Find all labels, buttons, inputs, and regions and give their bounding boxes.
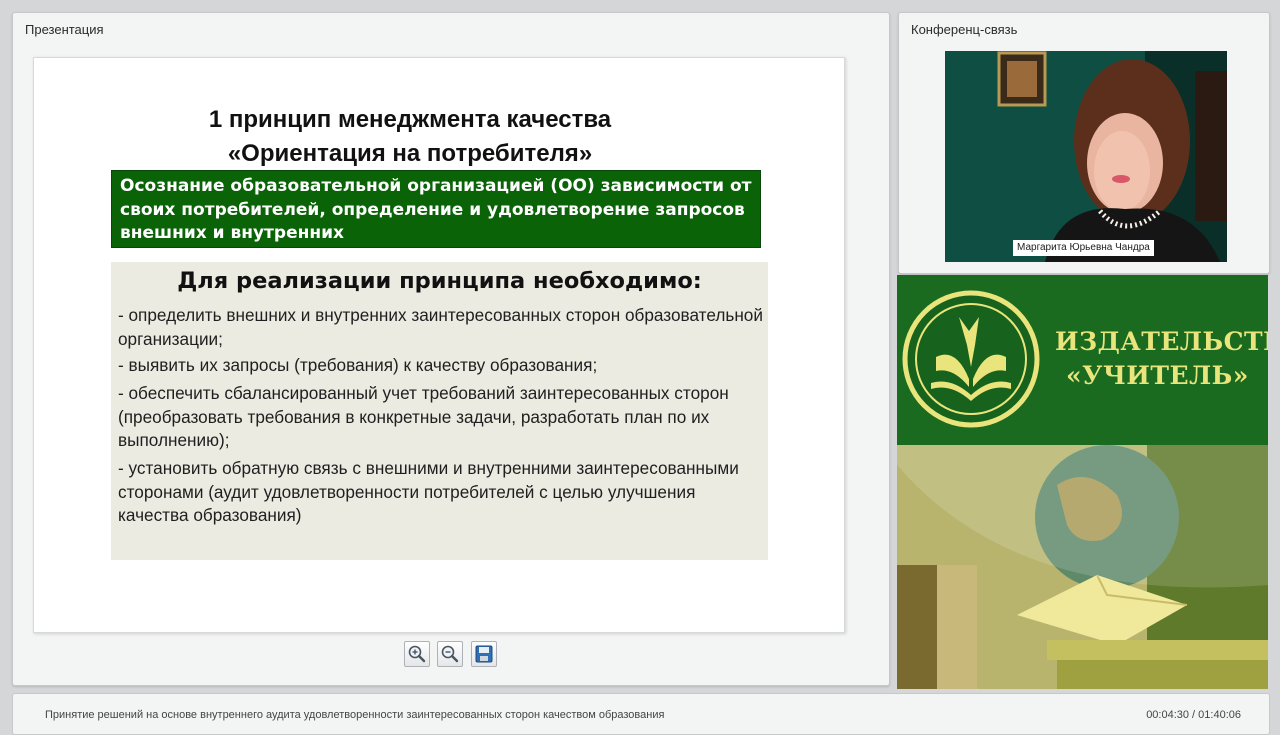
zoom-in-button[interactable] — [404, 641, 430, 667]
requirement-bullet: - выявить их запросы (требования) к каче… — [118, 355, 598, 375]
requirement-bullet: - обеспечить сбалансированный учет требо… — [118, 383, 729, 450]
zoom-out-button[interactable] — [437, 641, 463, 667]
requirement-bullet: - определить внешних и внутренних заинте… — [118, 305, 763, 349]
slide-title-line1: 1 принцип менеджмента качества — [208, 106, 612, 133]
zoom-out-icon — [441, 645, 459, 663]
speaker-video: Маргарита Юрьевна Чандра — [945, 51, 1227, 262]
publisher-logo-area: ИЗДАТЕЛЬСТВО «УЧИТЕЛЬ» — [897, 275, 1268, 445]
save-button[interactable] — [471, 641, 497, 667]
speaker-name-tag: Маргарита Юрьевна Чандра — [1013, 240, 1154, 256]
conference-panel-title: Конференц-связь — [911, 22, 1018, 37]
conference-panel: Конференц-связь Маргарита Юрьевна Чандра — [898, 12, 1270, 274]
books-globe-illustration — [897, 445, 1268, 689]
presentation-panel: Презентация 1 принцип менеджмента качест… — [12, 12, 890, 686]
publisher-banner: ИЗДАТЕЛЬСТВО «УЧИТЕЛЬ» — [897, 275, 1268, 689]
publisher-name-line2: «УЧИТЕЛЬ» — [1066, 361, 1249, 390]
lecture-title: Принятие решений на основе внутреннего а… — [45, 709, 665, 721]
requirement-bullet: - установить обратную связь с внешними и… — [118, 458, 739, 525]
status-bar: Принятие решений на основе внутреннего а… — [12, 693, 1270, 735]
save-icon — [475, 645, 493, 663]
zoom-in-icon — [408, 645, 426, 663]
publisher-logo-icon — [902, 290, 1040, 428]
speaker-avatar — [945, 51, 1227, 262]
requirements-heading: Для реализации принципа необходимо: — [177, 268, 702, 294]
presentation-panel-title: Презентация — [25, 22, 104, 37]
publisher-books-image — [897, 445, 1268, 689]
principle-definition-box: Осознание образовательной организацией (… — [111, 170, 761, 248]
presentation-slide: 1 принцип менеджмента качества «Ориентац… — [33, 57, 845, 633]
requirements-box: Для реализации принципа необходимо: - оп… — [111, 262, 768, 560]
publisher-name-line1: ИЗДАТЕЛЬСТВО — [1055, 327, 1268, 356]
slide-title-line2: «Ориентация на потребителя» — [227, 140, 593, 167]
playback-time: 00:04:30 / 01:40:06 — [1146, 709, 1241, 721]
